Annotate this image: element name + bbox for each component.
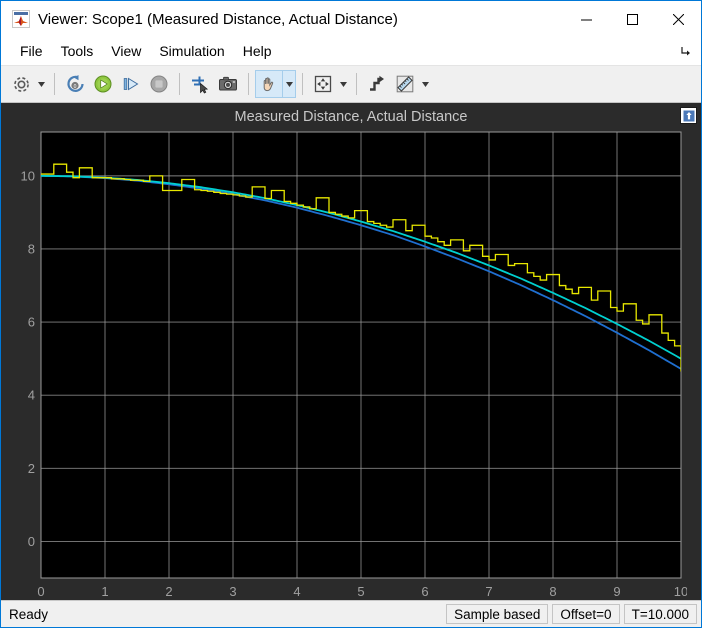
toolbar-separator (179, 73, 180, 95)
status-offset: Offset=0 (552, 604, 620, 624)
menu-simulation[interactable]: Simulation (150, 40, 233, 62)
stop-button[interactable] (145, 70, 173, 98)
configuration-properties-button[interactable] (7, 70, 35, 98)
svg-text:8: 8 (549, 584, 556, 599)
toolbar-group-config (7, 70, 48, 98)
menu-view[interactable]: View (102, 40, 150, 62)
matlab-logo-icon (12, 10, 30, 28)
svg-text:7: 7 (485, 584, 492, 599)
plot-svg: 0 1 2 3 4 5 6 7 8 9 10 0 2 4 6 8 10 (21, 131, 687, 599)
svg-text:9: 9 (613, 584, 620, 599)
run-button[interactable] (89, 70, 117, 98)
zoom-fit-button[interactable] (309, 70, 337, 98)
run-back-to-start-button[interactable]: 0 (61, 70, 89, 98)
window-titlebar: Viewer: Scope1 (Measured Distance, Actua… (1, 1, 701, 37)
menubar: File Tools View Simulation Help (1, 37, 701, 66)
status-sample-mode: Sample based (446, 604, 549, 624)
menu-file[interactable]: File (11, 40, 52, 62)
toolbar-separator (54, 73, 55, 95)
status-ready-text: Ready (9, 606, 49, 622)
plot-title: Measured Distance, Actual Distance (234, 109, 468, 125)
simulink-highlight-button[interactable] (186, 70, 214, 98)
maximize-button[interactable] (609, 1, 655, 37)
configuration-properties-dropdown[interactable] (35, 70, 48, 98)
expand-arrow-icon[interactable] (679, 44, 693, 58)
svg-text:8: 8 (28, 241, 35, 256)
zoom-fit-dropdown[interactable] (337, 70, 350, 98)
svg-text:0: 0 (28, 534, 35, 549)
window-controls (563, 1, 701, 37)
toolbar-separator (356, 73, 357, 95)
statusbar: Ready Sample based Offset=0 T=10.000 (1, 600, 701, 627)
svg-text:1: 1 (101, 584, 108, 599)
menu-tools[interactable]: Tools (52, 40, 103, 62)
measurements-dropdown[interactable] (419, 70, 432, 98)
svg-text:3: 3 (229, 584, 236, 599)
svg-text:5: 5 (357, 584, 364, 599)
svg-text:0: 0 (74, 84, 77, 90)
svg-text:4: 4 (293, 584, 300, 599)
plot-area[interactable]: 0 1 2 3 4 5 6 7 8 9 10 0 2 4 6 8 10 (19, 130, 687, 600)
toolbar-group-pan (255, 70, 296, 98)
measurements-button[interactable] (391, 70, 419, 98)
svg-text:10: 10 (674, 584, 687, 599)
toolbar-separator (302, 73, 303, 95)
svg-text:10: 10 (21, 168, 35, 183)
float-panel-icon[interactable] (680, 107, 697, 124)
svg-text:2: 2 (165, 584, 172, 599)
status-time: T=10.000 (623, 604, 697, 624)
window-title: Viewer: Scope1 (Measured Distance, Actua… (38, 10, 398, 28)
toolbar: 0 (1, 66, 701, 103)
svg-text:2: 2 (28, 461, 35, 476)
style-button[interactable] (363, 70, 391, 98)
svg-text:6: 6 (421, 584, 428, 599)
close-button[interactable] (655, 1, 701, 37)
toolbar-group-scale (309, 70, 350, 98)
toolbar-separator (248, 73, 249, 95)
toolbar-group-transport: 0 (61, 70, 173, 98)
snapshot-button[interactable] (214, 70, 242, 98)
scope-viewer-window: Viewer: Scope1 (Measured Distance, Actua… (0, 0, 702, 628)
pan-button[interactable] (255, 70, 283, 98)
svg-text:0: 0 (37, 584, 44, 599)
scope-panel: Measured Distance, Actual Distance 0 1 2 3 4… (1, 103, 701, 600)
pan-dropdown[interactable] (283, 70, 296, 98)
step-forward-button[interactable] (117, 70, 145, 98)
toolbar-group-capture (186, 70, 242, 98)
menu-help[interactable]: Help (234, 40, 281, 62)
svg-text:6: 6 (28, 315, 35, 330)
toolbar-group-style (363, 70, 432, 98)
svg-text:4: 4 (28, 388, 35, 403)
minimize-button[interactable] (563, 1, 609, 37)
